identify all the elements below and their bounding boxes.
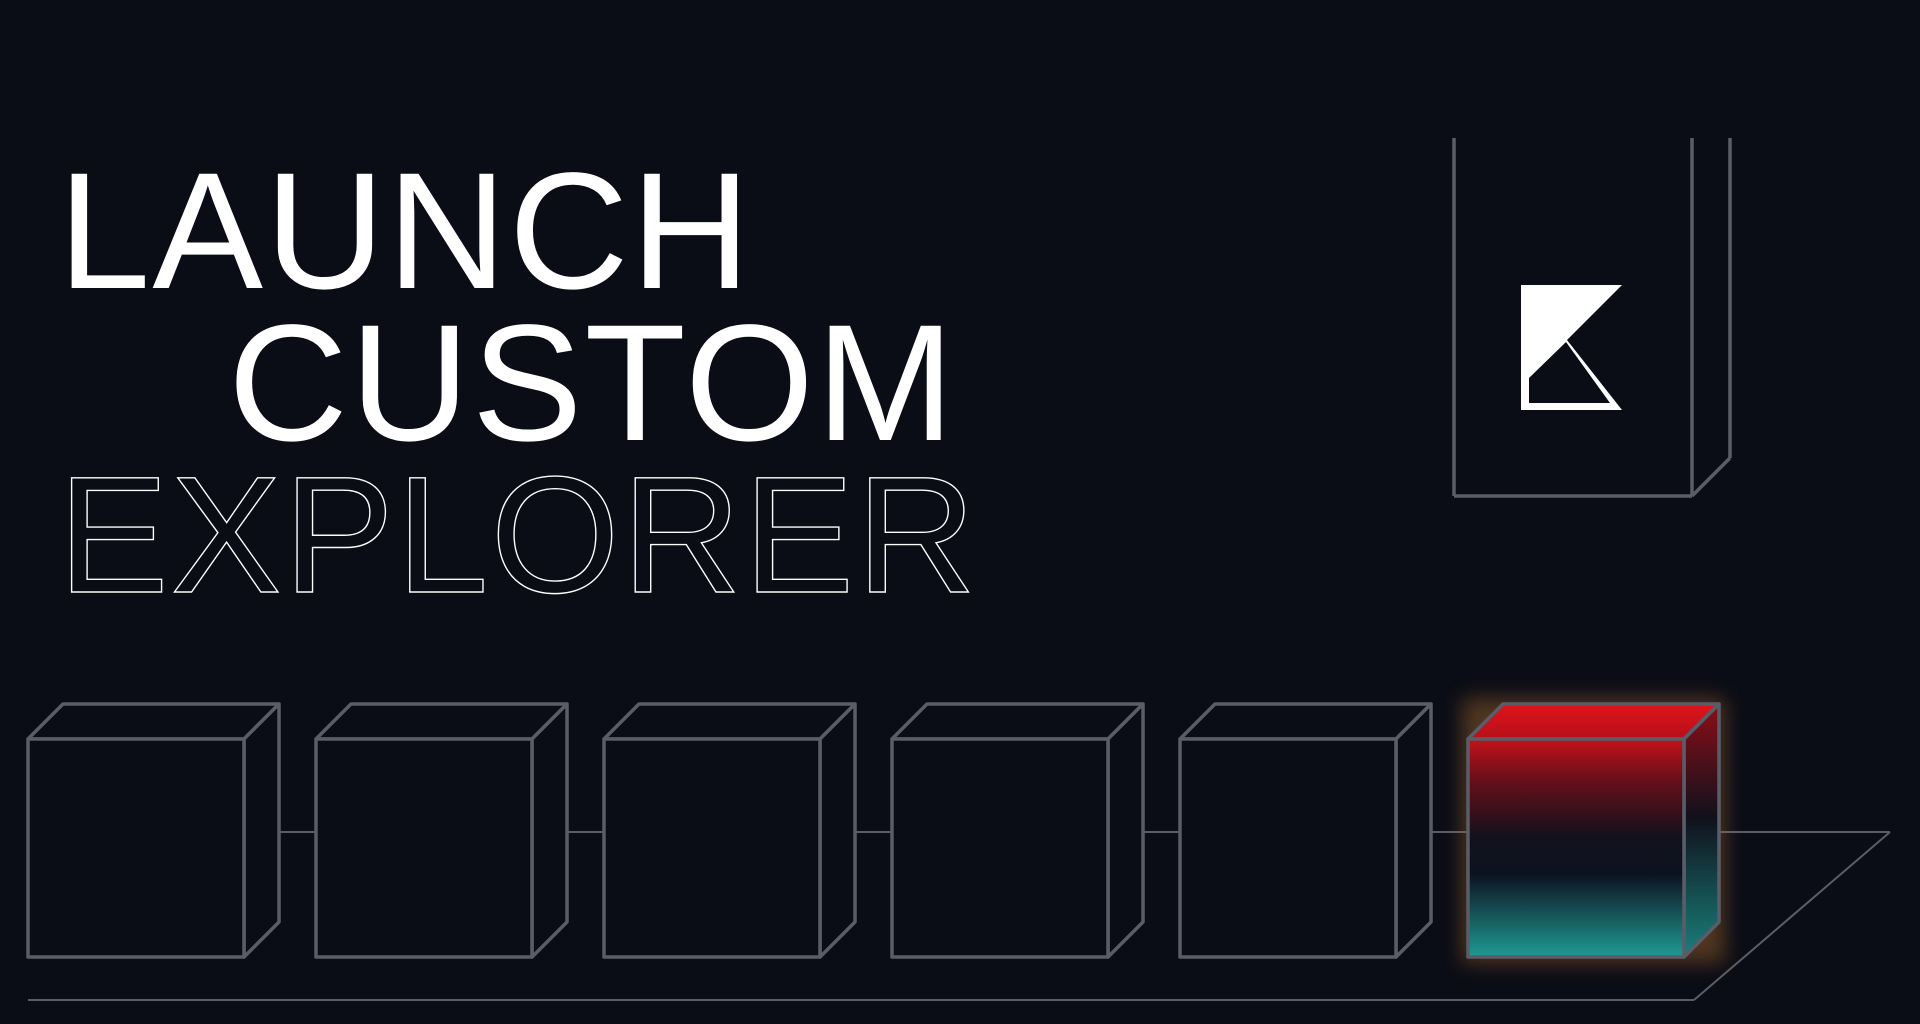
block (314, 702, 569, 959)
block-top-face (602, 702, 857, 741)
block (1178, 702, 1433, 959)
block-side-face (530, 702, 569, 959)
headline-line-3: EXPLORER (58, 443, 978, 628)
block-front-face (890, 737, 1110, 959)
block-side-face (1682, 702, 1721, 959)
block-side-face (242, 702, 281, 959)
k-logo-icon (1521, 285, 1622, 410)
block-top-face (314, 702, 569, 741)
block-top-face (890, 702, 1145, 741)
block-front-face (314, 737, 534, 959)
block-top-face (1178, 702, 1433, 741)
block-front-face (602, 737, 822, 959)
logo-frame (1452, 138, 1732, 498)
block (890, 702, 1145, 959)
block-top-face (26, 702, 281, 741)
block-top-face (1466, 702, 1721, 741)
block-highlighted (1462, 698, 1725, 963)
headline: LAUNCH CUSTOM EXPLORER (57, 139, 978, 629)
block-side-face (1106, 702, 1145, 959)
hero-illustration: LAUNCH CUSTOM EXPLORER (26, 138, 1891, 1001)
block-side-face (818, 702, 857, 959)
block-chain (26, 698, 1725, 963)
block-side-face (1394, 702, 1433, 959)
block-front-face (26, 737, 246, 959)
block-front-face (1178, 737, 1398, 959)
block (602, 702, 857, 959)
block-front-face (1466, 737, 1686, 959)
block (26, 702, 281, 959)
